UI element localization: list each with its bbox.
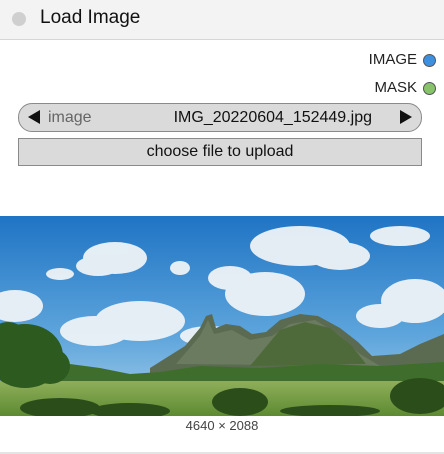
image-preview [0,216,444,416]
upload-button[interactable]: choose file to upload [18,138,422,166]
output-mask-label: MASK [374,79,417,96]
output-image[interactable]: IMAGE [369,51,436,69]
output-mask-slot-icon[interactable] [423,81,436,95]
collapse-dot-icon[interactable] [12,12,26,26]
image-combo-value[interactable]: IMG_20220604_152449.jpg [174,109,372,127]
output-image-label: IMAGE [368,51,417,68]
next-arrow-icon[interactable] [400,110,412,124]
load-image-node: Load Image IMAGE MASK image IMG_20220604… [0,0,444,454]
node-titlebar[interactable]: Load Image [0,0,444,40]
node-title: Load Image [40,7,141,28]
previous-arrow-icon[interactable] [28,110,40,124]
output-mask[interactable]: MASK [374,79,436,97]
landscape-photo-icon [0,216,444,416]
output-image-slot-icon[interactable] [423,53,436,67]
image-combo-widget[interactable]: image IMG_20220604_152449.jpg [18,103,422,132]
image-combo-name: image [48,109,92,126]
image-dimensions: 4640 × 2088 [185,418,259,433]
